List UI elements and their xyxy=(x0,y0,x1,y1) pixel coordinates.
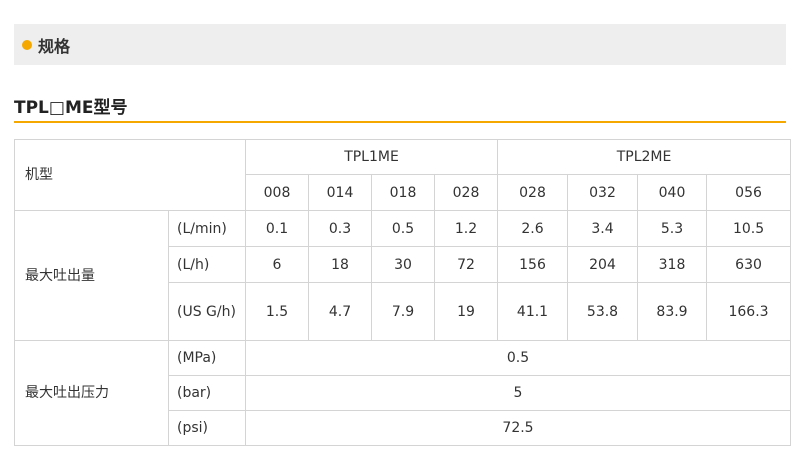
value-cell: 19 xyxy=(433,282,499,341)
value-cell: 0.5 xyxy=(371,210,435,247)
model-title: TPL□ME型号 xyxy=(14,98,128,118)
value-cell: 156 xyxy=(497,246,569,283)
bullet-dot-icon xyxy=(22,39,32,50)
model-number-cell: 040 xyxy=(637,174,708,211)
unit-cell: (MPa) xyxy=(168,340,246,376)
model-label-cell: 机型 xyxy=(14,139,246,211)
table-row: 机型 TPL1ME TPL2ME xyxy=(14,139,792,211)
unit-cell: (US G/h) xyxy=(168,282,246,341)
value-cell: 204 xyxy=(567,246,639,283)
section-header: 规格 xyxy=(14,24,786,65)
value-cell: 0.5 xyxy=(244,340,792,376)
discharge-label-cell: 最大吐出量 xyxy=(14,210,169,341)
value-cell: 72.5 xyxy=(244,410,792,446)
value-cell: 1.2 xyxy=(433,210,499,247)
table-row: 最大吐出量 (L/min) 0.1 0.3 0.5 1.2 2.6 3.4 5.… xyxy=(14,210,792,341)
value-cell: 3.4 xyxy=(567,210,639,247)
value-cell: 53.8 xyxy=(567,282,639,341)
table-row: 最大吐出压力 (MPa) 0.5 xyxy=(14,340,792,446)
value-cell: 7.9 xyxy=(371,282,435,341)
model-number-cell: 056 xyxy=(706,174,792,211)
model-number-cell: 028 xyxy=(433,174,499,211)
model-number-cell: 008 xyxy=(245,174,309,211)
value-cell: 5 xyxy=(244,375,792,411)
value-cell: 83.9 xyxy=(637,282,708,341)
unit-cell: (L/min) xyxy=(168,210,246,247)
section-title: 规格 xyxy=(38,36,71,56)
value-cell: 630 xyxy=(706,246,792,283)
model-number-cell: 018 xyxy=(371,174,435,211)
value-cell: 318 xyxy=(637,246,708,283)
unit-cell: (psi) xyxy=(168,410,246,446)
value-cell: 2.6 xyxy=(497,210,569,247)
value-cell: 10.5 xyxy=(706,210,792,247)
value-cell: 6 xyxy=(245,246,309,283)
value-cell: 41.1 xyxy=(497,282,569,341)
group-header-tpl2me: TPL2ME xyxy=(497,139,792,175)
spec-table: 机型 TPL1ME TPL2ME 008 014 018 028 028 032… xyxy=(14,139,792,446)
value-cell: 18 xyxy=(308,246,372,283)
value-cell: 0.3 xyxy=(308,210,372,247)
value-cell: 5.3 xyxy=(637,210,708,247)
model-title-underline xyxy=(14,121,786,123)
model-number-cell: 014 xyxy=(308,174,372,211)
model-number-cell: 028 xyxy=(497,174,569,211)
value-cell: 166.3 xyxy=(706,282,792,341)
group-header-tpl1me: TPL1ME xyxy=(244,139,499,175)
value-cell: 4.7 xyxy=(308,282,372,341)
unit-cell: (bar) xyxy=(168,375,246,411)
pressure-label-cell: 最大吐出压力 xyxy=(14,340,169,446)
model-number-cell: 032 xyxy=(567,174,639,211)
unit-cell: (L/h) xyxy=(168,246,246,283)
value-cell: 0.1 xyxy=(245,210,309,247)
value-cell: 72 xyxy=(433,246,499,283)
value-cell: 30 xyxy=(371,246,435,283)
value-cell: 1.5 xyxy=(245,282,309,341)
